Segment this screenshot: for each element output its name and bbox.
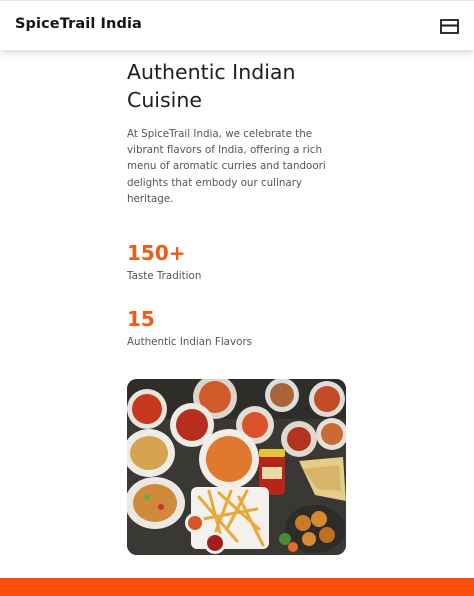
stat-label-taste: Taste Tradition	[127, 270, 202, 282]
food-platter-image	[127, 379, 346, 555]
stat-value-taste: 150+	[127, 241, 186, 265]
food-image-art	[127, 379, 346, 555]
title-line-2: Cuisine	[127, 88, 202, 112]
stat-label-flavors: Authentic Indian Flavors	[127, 336, 252, 348]
brand-logo[interactable]: SpiceTrail India	[15, 16, 142, 32]
site-header: SpiceTrail India	[0, 0, 474, 50]
stat-value-flavors: 15	[127, 307, 155, 331]
footer-bar	[0, 578, 474, 596]
menu-icon	[440, 19, 459, 34]
menu-button[interactable]	[440, 19, 459, 34]
title-line-1: Authentic Indian	[127, 60, 296, 84]
page: SpiceTrail India Authentic Indian Cuisin…	[0, 0, 474, 596]
intro-paragraph: At SpiceTrail India, we celebrate the vi…	[127, 128, 326, 205]
